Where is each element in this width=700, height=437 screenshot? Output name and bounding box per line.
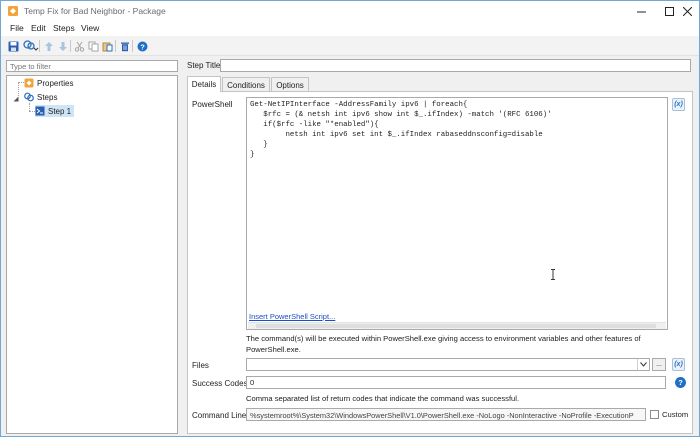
paste-button[interactable]: [100, 39, 114, 53]
command-line-label: Command Line: [192, 411, 247, 420]
help-icon: ?: [137, 41, 147, 51]
toolbar-separator: [132, 40, 133, 52]
add-step-icon: [23, 40, 39, 51]
cut-button[interactable]: [72, 39, 86, 53]
close-icon: [682, 6, 692, 16]
powershell-step-icon: [35, 106, 45, 116]
cut-icon: [74, 41, 84, 52]
custom-checkbox[interactable]: [650, 410, 659, 419]
save-button[interactable]: [6, 39, 20, 53]
dropdown-arrow[interactable]: [637, 359, 649, 370]
menu-bar: File Edit Steps View: [1, 21, 699, 36]
insert-variable-button[interactable]: (x): [672, 98, 685, 111]
move-down-icon: [59, 41, 67, 51]
move-up-button[interactable]: [42, 39, 56, 53]
powershell-label: PowerShell: [192, 100, 233, 109]
files-browse-button[interactable]: ...: [652, 358, 666, 371]
step-title-label: Step Title: [187, 61, 221, 70]
menu-file[interactable]: File: [10, 23, 24, 33]
success-codes-label: Success Codes: [192, 379, 248, 388]
tree-connector: [18, 82, 19, 96]
tab-options[interactable]: Options: [271, 77, 309, 92]
minimize-icon: [636, 11, 646, 12]
details-panel: PowerShell Get-NetIPInterface -AddressFa…: [187, 91, 693, 434]
files-variable-button[interactable]: (x): [672, 358, 685, 371]
tab-details[interactable]: Details: [187, 76, 221, 92]
move-down-button[interactable]: [56, 39, 70, 53]
horizontal-scrollbar[interactable]: [248, 322, 666, 329]
menu-edit[interactable]: Edit: [31, 23, 46, 33]
menu-steps[interactable]: Steps: [53, 23, 75, 33]
application-window: Temp Fix for Bad Neighbor - Package File…: [0, 0, 700, 437]
add-step-button[interactable]: [22, 39, 40, 53]
success-codes-input[interactable]: 0: [246, 376, 666, 389]
files-label: Files: [192, 361, 209, 370]
powershell-script-editor[interactable]: Get-NetIPInterface -AddressFamily ipv6 |…: [246, 97, 668, 330]
close-button[interactable]: [673, 1, 700, 21]
step-title-input[interactable]: [220, 59, 691, 72]
copy-button[interactable]: [86, 39, 100, 53]
tree-item-label: Step 1: [48, 106, 72, 116]
custom-label: Custom: [662, 410, 689, 419]
copy-icon: [88, 41, 98, 51]
move-up-icon: [45, 41, 53, 51]
svg-text:?: ?: [140, 42, 145, 51]
app-logo-icon: [8, 6, 18, 16]
toolbar-separator: [115, 40, 116, 52]
scrollbar-thumb[interactable]: [256, 324, 656, 328]
tree-item-label: Steps: [37, 92, 58, 102]
toolbar-separator: [70, 40, 71, 52]
tree-item-label: Properties: [37, 78, 74, 88]
filter-input[interactable]: [6, 60, 178, 72]
text-cursor-icon: [551, 269, 555, 280]
tree-item-steps[interactable]: Steps: [24, 91, 57, 103]
paste-icon: [102, 42, 112, 51]
tab-conditions[interactable]: Conditions: [222, 77, 270, 92]
help-button[interactable]: ?: [135, 39, 149, 53]
delete-icon: [121, 42, 129, 51]
step-tree: Properties Steps Step 1: [6, 75, 178, 434]
chevron-down-icon: [640, 362, 647, 367]
script-text[interactable]: Get-NetIPInterface -AddressFamily ipv6 |…: [250, 100, 552, 161]
toolbar: ?: [1, 36, 699, 56]
menu-view[interactable]: View: [81, 23, 99, 33]
collapse-arrow-icon[interactable]: [13, 96, 19, 102]
tree-item-step-1[interactable]: Step 1: [35, 105, 75, 117]
properties-icon: [24, 78, 34, 88]
title-bar: Temp Fix for Bad Neighbor - Package: [1, 1, 699, 21]
toolbar-separator: [39, 40, 40, 52]
delete-button[interactable]: [118, 39, 132, 53]
help-icon[interactable]: ?: [675, 377, 686, 388]
window-title: Temp Fix for Bad Neighbor - Package: [24, 6, 166, 16]
tree-connector: [29, 103, 30, 111]
minimize-button[interactable]: [627, 1, 655, 21]
success-codes-hint: Comma separated list of return codes tha…: [246, 394, 520, 403]
steps-icon: [24, 92, 34, 102]
powershell-description: The command(s) will be executed within P…: [246, 334, 641, 354]
files-dropdown[interactable]: [246, 358, 650, 371]
save-icon: [8, 41, 18, 51]
insert-script-link[interactable]: Insert PowerShell Script...: [249, 312, 335, 321]
tree-item-properties[interactable]: Properties: [24, 77, 73, 89]
command-line-input[interactable]: %systemroot%\System32\WindowsPowerShell\…: [246, 408, 646, 421]
